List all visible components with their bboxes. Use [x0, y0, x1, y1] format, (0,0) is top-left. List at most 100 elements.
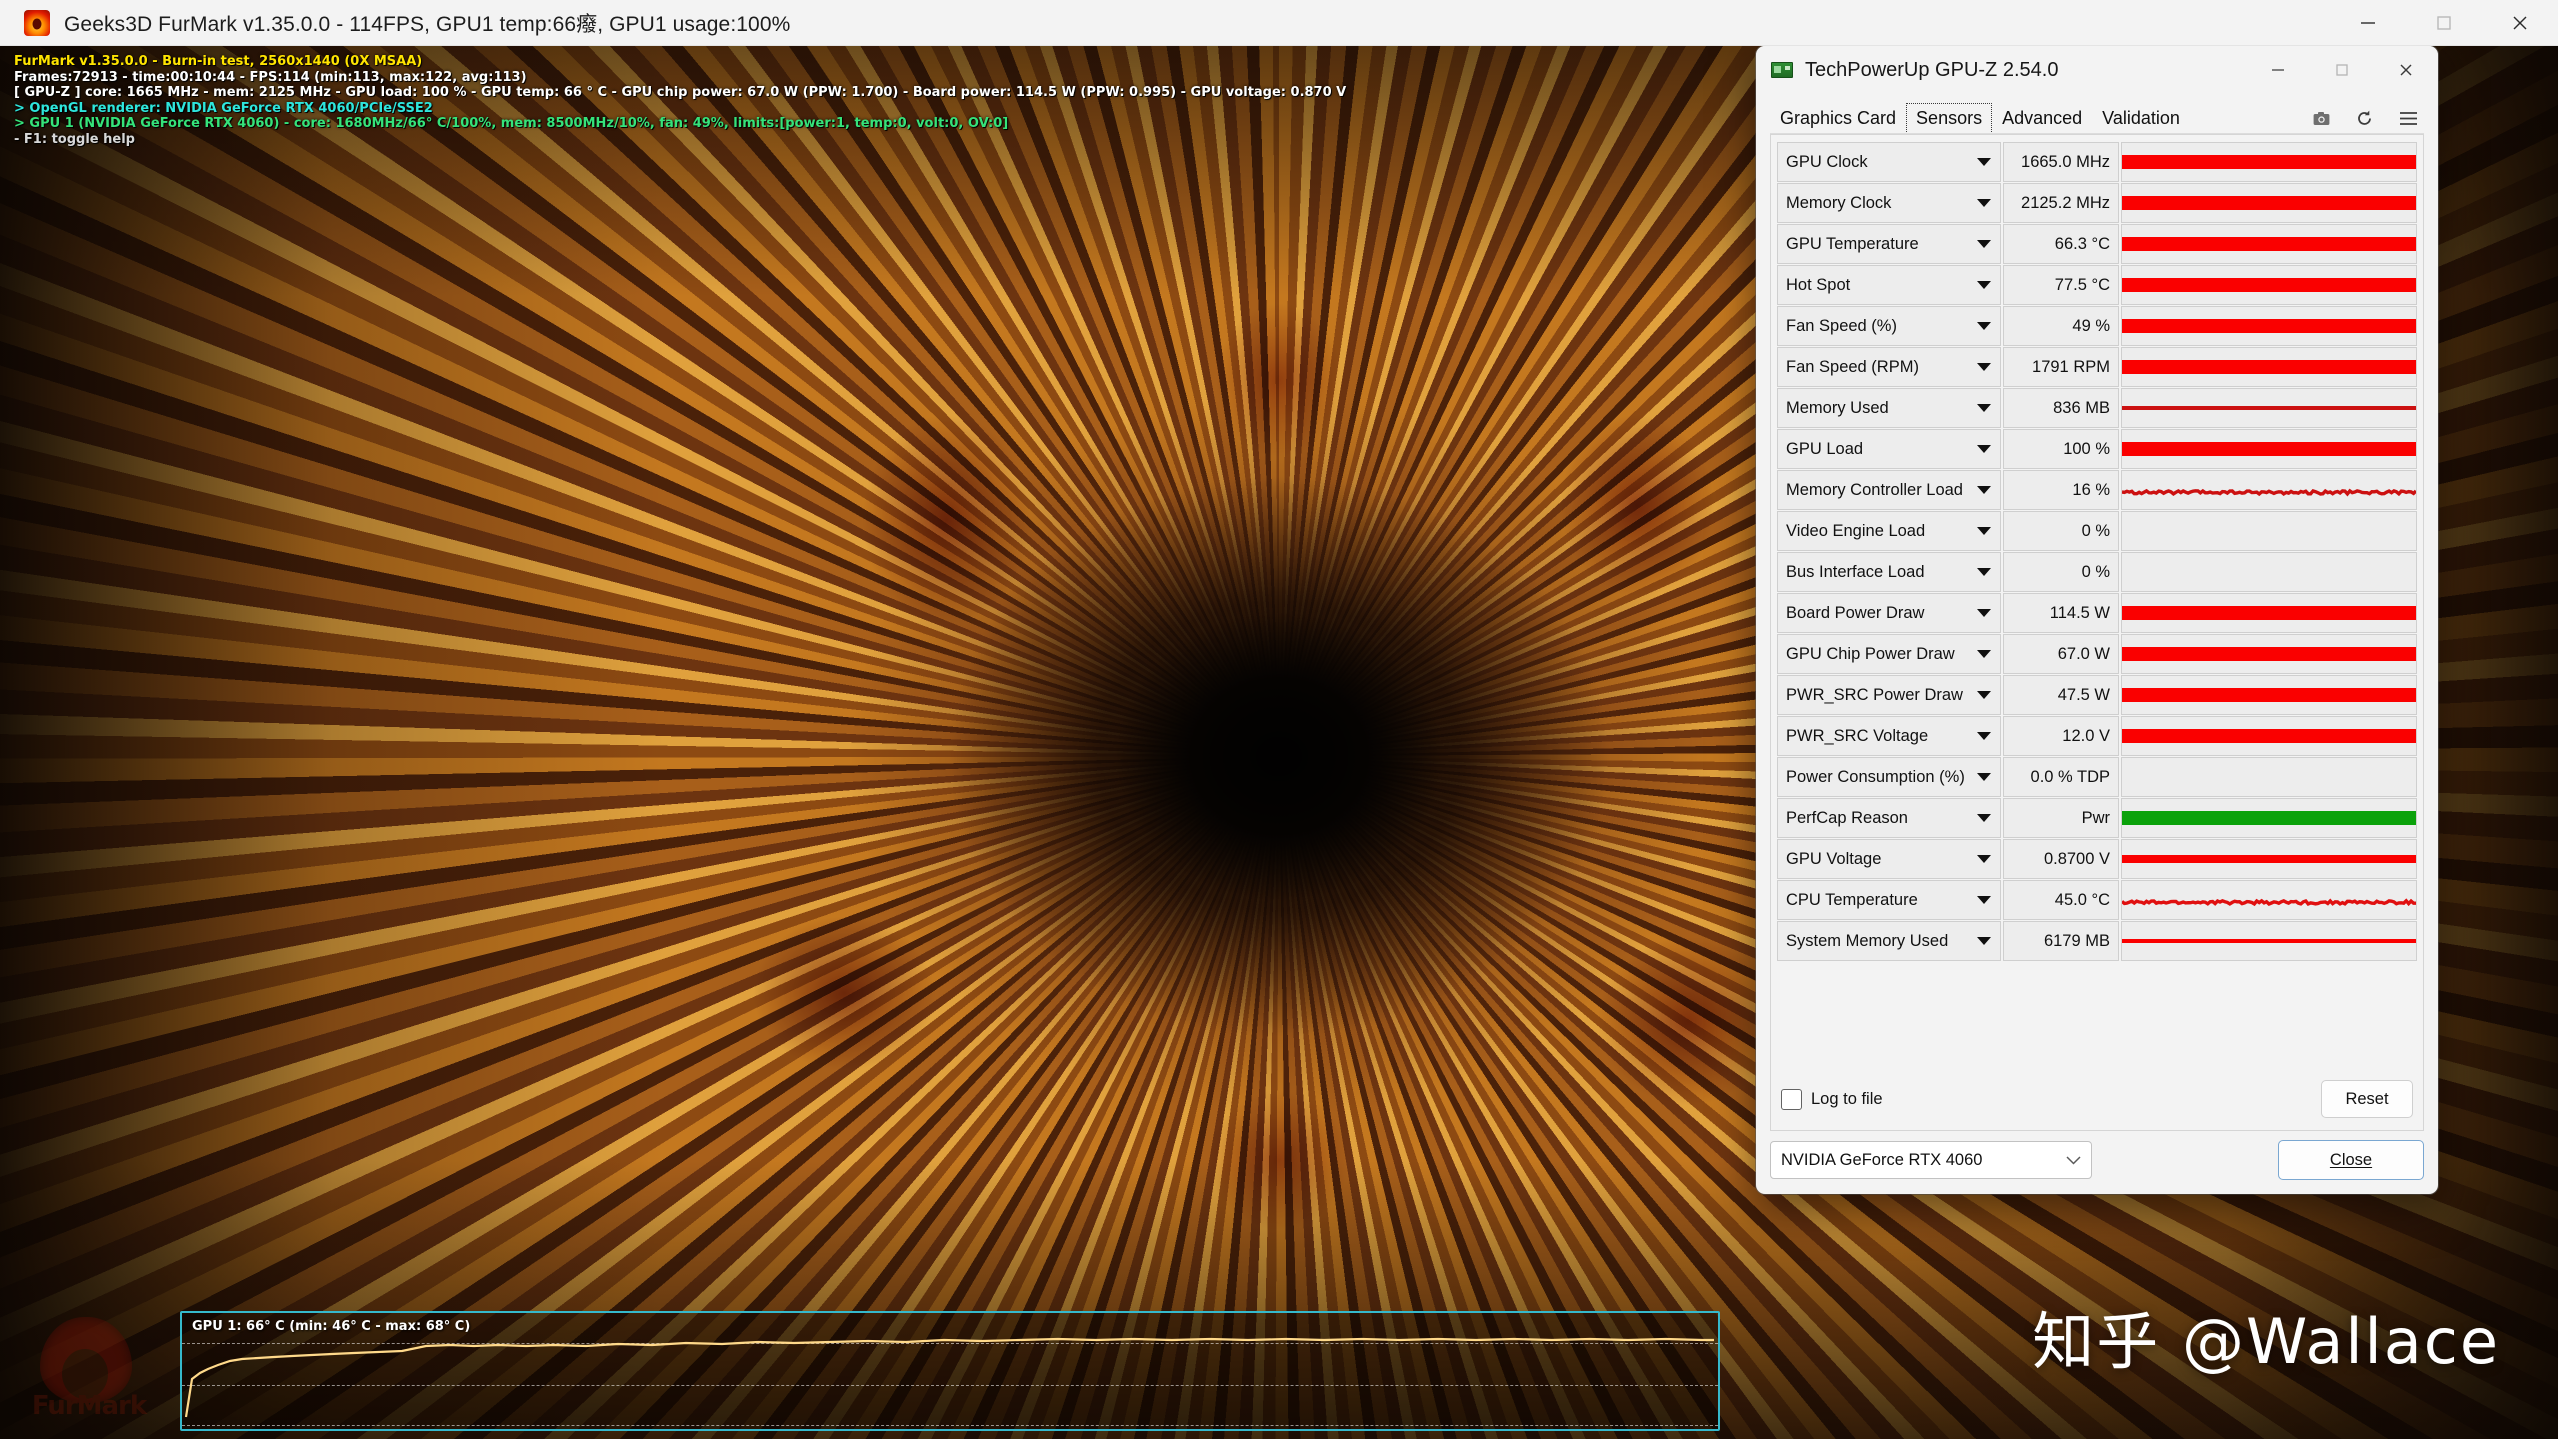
refresh-icon[interactable]: [2356, 110, 2373, 132]
sensor-name-label: CPU Temperature: [1786, 890, 1918, 909]
sensor-name-dropdown[interactable]: Memory Used: [1777, 388, 2001, 428]
hud-line-frames: Frames:72913 - time:00:10:44 - FPS:114 (…: [14, 69, 527, 85]
caret-down-icon[interactable]: [1977, 896, 1991, 904]
sensor-name-label: Power Consumption (%): [1786, 767, 1965, 786]
sensor-name-dropdown[interactable]: GPU Load: [1777, 429, 2001, 469]
sensor-name-label: Bus Interface Load: [1786, 562, 1925, 581]
caret-down-icon[interactable]: [1977, 445, 1991, 453]
gpuz-tabbar: Graphics Card Sensors Advanced Validatio…: [1756, 94, 2438, 134]
sensor-name-label: GPU Load: [1786, 439, 1864, 458]
caret-down-icon[interactable]: [1977, 486, 1991, 494]
furmark-window-title: Geeks3D FurMark v1.35.0.0 - 114FPS, GPU1…: [64, 12, 791, 36]
chevron-down-icon: [2066, 1153, 2081, 1168]
sensor-graph: [2121, 388, 2417, 428]
sensor-name-dropdown[interactable]: Memory Controller Load: [1777, 470, 2001, 510]
minimize-icon[interactable]: [2246, 46, 2310, 94]
gpu-select-dropdown[interactable]: NVIDIA GeForce RTX 4060: [1770, 1141, 2092, 1179]
sensor-name-dropdown[interactable]: PWR_SRC Voltage: [1777, 716, 2001, 756]
caret-down-icon[interactable]: [1977, 527, 1991, 535]
caret-down-icon[interactable]: [1977, 322, 1991, 330]
tab-sensors[interactable]: Sensors: [1906, 103, 1993, 134]
caret-down-icon[interactable]: [1977, 363, 1991, 371]
caret-down-icon[interactable]: [1977, 609, 1991, 617]
sensor-name-dropdown[interactable]: GPU Voltage: [1777, 839, 2001, 879]
caret-down-icon[interactable]: [1977, 814, 1991, 822]
sensor-graph: [2121, 880, 2417, 920]
hamburger-menu-icon[interactable]: [2399, 111, 2418, 131]
sensor-name-label: PWR_SRC Power Draw: [1786, 685, 1963, 704]
minimize-icon[interactable]: [2330, 0, 2406, 45]
sensor-name-label: System Memory Used: [1786, 931, 1949, 950]
sensor-name-label: Memory Clock: [1786, 193, 1892, 212]
sensor-name-dropdown[interactable]: PWR_SRC Power Draw: [1777, 675, 2001, 715]
caret-down-icon[interactable]: [1977, 773, 1991, 781]
sensor-name-dropdown[interactable]: Bus Interface Load: [1777, 552, 2001, 592]
close-button[interactable]: Close: [2278, 1140, 2424, 1180]
sensor-name-dropdown[interactable]: CPU Temperature: [1777, 880, 2001, 920]
tab-validation[interactable]: Validation: [2092, 103, 2190, 134]
sensor-name-dropdown[interactable]: Fan Speed (%): [1777, 306, 2001, 346]
sensor-row: CPU Temperature 45.0 °C: [1777, 880, 2417, 920]
sensor-name-dropdown[interactable]: Video Engine Load: [1777, 511, 2001, 551]
sensor-name-dropdown[interactable]: PerfCap Reason: [1777, 798, 2001, 838]
caret-down-icon[interactable]: [1977, 732, 1991, 740]
gpuz-footer: Log to file Reset: [1770, 1069, 2424, 1131]
sensor-value: 77.5 °C: [2003, 265, 2119, 305]
sensor-graph: [2121, 265, 2417, 305]
maximize-icon[interactable]: [2406, 0, 2482, 45]
log-to-file-control[interactable]: Log to file: [1781, 1088, 1883, 1110]
caret-down-icon[interactable]: [1977, 568, 1991, 576]
caret-down-icon[interactable]: [1977, 404, 1991, 412]
caret-down-icon[interactable]: [1977, 240, 1991, 248]
caret-down-icon[interactable]: [1977, 281, 1991, 289]
sensor-name-dropdown[interactable]: Fan Speed (RPM): [1777, 347, 2001, 387]
close-icon[interactable]: [2374, 46, 2438, 94]
camera-icon[interactable]: [2313, 111, 2330, 131]
sensor-name-dropdown[interactable]: Hot Spot: [1777, 265, 2001, 305]
maximize-icon[interactable]: [2310, 46, 2374, 94]
hud-line-help: - F1: toggle help: [14, 131, 135, 147]
sensor-name-dropdown[interactable]: GPU Clock: [1777, 142, 2001, 182]
sensor-name-dropdown[interactable]: GPU Chip Power Draw: [1777, 634, 2001, 674]
sensor-name-dropdown[interactable]: Board Power Draw: [1777, 593, 2001, 633]
sensor-graph-bar: [2122, 442, 2416, 456]
caret-down-icon[interactable]: [1977, 937, 1991, 945]
sensor-name-dropdown[interactable]: GPU Temperature: [1777, 224, 2001, 264]
sensor-value: 1665.0 MHz: [2003, 142, 2119, 182]
sensor-graph: [2121, 511, 2417, 551]
close-icon[interactable]: [2482, 0, 2558, 45]
sensor-row: Video Engine Load 0 %: [1777, 511, 2417, 551]
log-to-file-checkbox[interactable]: [1781, 1088, 1802, 1110]
sensor-value: 49 %: [2003, 306, 2119, 346]
gpuz-window-title: TechPowerUp GPU-Z 2.54.0: [1805, 58, 2059, 81]
sensor-graph-curve: [2122, 471, 2416, 509]
hud-line-title: FurMark v1.35.0.0 - Burn-in test, 2560x1…: [14, 54, 423, 69]
sensor-name-dropdown[interactable]: System Memory Used: [1777, 921, 2001, 961]
tab-advanced[interactable]: Advanced: [1992, 103, 2092, 134]
caret-down-icon[interactable]: [1977, 855, 1991, 863]
gpuz-tab-toolbar: [2313, 110, 2438, 134]
gpuz-sensors-panel: GPU Clock 1665.0 MHz Memory Clock 2125.2 MH…: [1770, 134, 2424, 1069]
sensor-name-dropdown[interactable]: Memory Clock: [1777, 183, 2001, 223]
hud-line-gpuz: [ GPU-Z ] core: 1665 MHz - mem: 2125 MHz…: [14, 85, 1347, 101]
caret-down-icon[interactable]: [1977, 199, 1991, 207]
sensor-graph: [2121, 921, 2417, 961]
sensor-value: 16 %: [2003, 470, 2119, 510]
caret-down-icon[interactable]: [1977, 650, 1991, 658]
hud-line-gpu1: > GPU 1 (NVIDIA GeForce RTX 4060) - core…: [14, 116, 1009, 132]
caret-down-icon[interactable]: [1977, 691, 1991, 699]
sensor-name-dropdown[interactable]: Power Consumption (%): [1777, 757, 2001, 797]
screen-root: Geeks3D FurMark v1.35.0.0 - 114FPS, GPU1…: [0, 0, 2558, 1439]
tab-graphics-card[interactable]: Graphics Card: [1770, 103, 1906, 134]
tabstrip-divider: [1770, 133, 2424, 134]
furmark-window-controls: [2330, 0, 2558, 45]
caret-down-icon[interactable]: [1977, 158, 1991, 166]
reset-button[interactable]: Reset: [2321, 1080, 2413, 1118]
sensor-name-label: Video Engine Load: [1786, 521, 1926, 540]
sensor-name-label: Memory Used: [1786, 398, 1889, 417]
sensor-name-label: GPU Temperature: [1786, 234, 1919, 253]
sensor-row: Hot Spot 77.5 °C: [1777, 265, 2417, 305]
sensor-row: Memory Clock 2125.2 MHz: [1777, 183, 2417, 223]
furmark-logo-text: FurMark: [31, 1391, 147, 1421]
sensor-row: Fan Speed (RPM) 1791 RPM: [1777, 347, 2417, 387]
